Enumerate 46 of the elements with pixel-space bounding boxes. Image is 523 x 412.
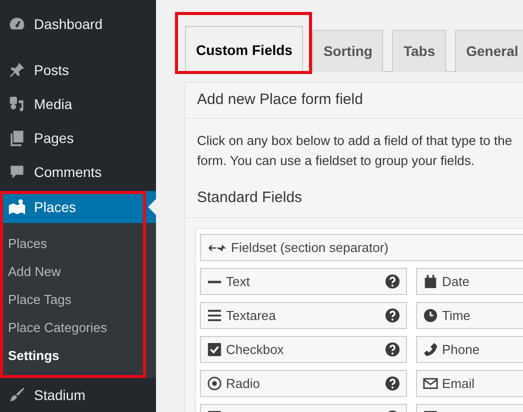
field-type-button[interactable]: Phone (416, 336, 523, 363)
lines-icon (207, 308, 222, 323)
media-icon (8, 95, 26, 113)
tab[interactable]: Custom Fields (185, 26, 304, 71)
submenu-item[interactable]: Place Tags (0, 286, 156, 314)
tab[interactable]: Sorting (312, 30, 384, 72)
panel-title: Add new Place form field (185, 83, 523, 118)
phone-icon (423, 342, 438, 357)
fieldset-field-button[interactable]: Fieldset (section separator) (200, 234, 523, 261)
dash-icon (207, 280, 222, 284)
field-type-button[interactable]: Text (200, 268, 407, 295)
map-icon (8, 198, 26, 216)
panel-description: Click on any box below to add a field of that type to the form. You can use a fieldset to group your fields. (196, 132, 514, 170)
help-icon[interactable] (385, 342, 400, 357)
section-title: Standard Fields (185, 170, 523, 218)
comment-icon (8, 163, 26, 181)
checkbox-icon (207, 342, 222, 357)
tab[interactable]: Tabs (392, 30, 446, 72)
help-icon[interactable] (385, 376, 400, 391)
envelope-icon (423, 376, 438, 391)
calendar-icon (423, 274, 438, 289)
menu-item[interactable]: Comments (0, 155, 156, 189)
field-type-button[interactable]: Email (416, 370, 523, 397)
radio-icon (207, 376, 222, 391)
menu-item[interactable]: Stadium (0, 378, 156, 412)
field-type-button[interactable]: Time (416, 302, 523, 329)
help-icon[interactable] (385, 308, 400, 323)
paintbrush-icon (8, 386, 26, 404)
field-type-button[interactable]: Checkbox (200, 336, 407, 363)
menu-item[interactable]: Posts (0, 53, 156, 87)
current-pointer (148, 199, 156, 215)
pushpin-icon (8, 61, 26, 79)
pages-icon (8, 129, 26, 147)
submenu-item[interactable]: Places (0, 230, 156, 258)
menu-item[interactable]: Media (0, 87, 156, 121)
help-icon[interactable] (385, 274, 400, 289)
submenu-item[interactable]: Settings (0, 342, 156, 370)
clock-icon (423, 308, 438, 323)
field-type-button[interactable]: Date (416, 268, 523, 295)
field-type-button[interactable]: Textarea (200, 302, 407, 329)
menu-item[interactable]: Pages (0, 121, 156, 155)
menu-item[interactable]: Dashboard (0, 7, 156, 41)
submenu-item[interactable]: Place Categories (0, 314, 156, 342)
submenu-item[interactable]: Add New (0, 258, 156, 286)
tab[interactable]: General (455, 30, 523, 72)
field-type-button[interactable]: Radio (200, 370, 407, 397)
